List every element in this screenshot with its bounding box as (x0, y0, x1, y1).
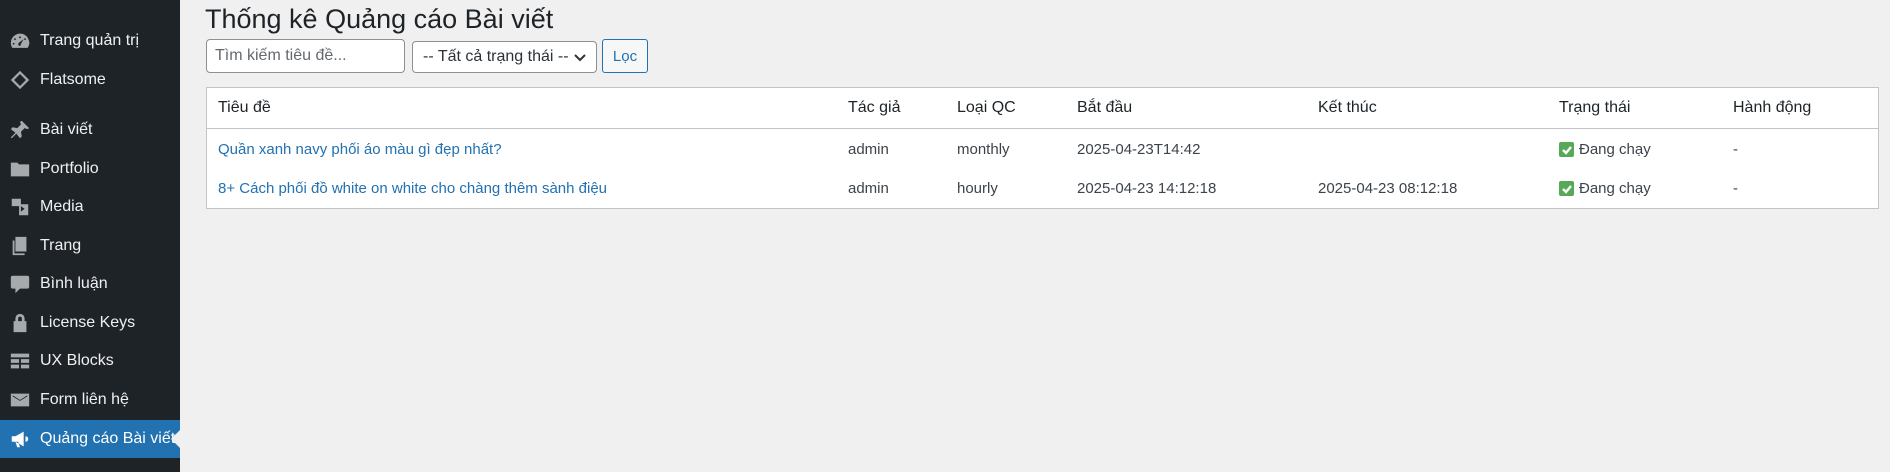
chevron-down-icon (574, 54, 586, 62)
column-header-status: Trạng thái (1559, 99, 1631, 116)
status-cell: Đang chạy (1559, 130, 1651, 169)
post-title-link[interactable]: 8+ Cách phối đồ white on white cho chàng… (218, 180, 607, 197)
author-cell: admin (848, 141, 889, 158)
start-cell: 2025-04-23T14:42 (1077, 141, 1201, 158)
flatsome-icon (0, 69, 40, 91)
column-header-end: Kết thúc (1318, 99, 1377, 116)
sidebar-item-dashboard[interactable]: Trang quản trị (0, 23, 180, 59)
column-header-start: Bắt đầu (1077, 99, 1133, 116)
sidebar-item-portfolio[interactable]: Portfolio (0, 151, 180, 187)
sidebar-item-label: Form liên hệ (40, 391, 129, 408)
search-input[interactable] (206, 39, 405, 73)
status-select[interactable]: -- Tất cả trạng thái -- (412, 41, 597, 73)
sidebar-item-post-ads[interactable]: Quảng cáo Bài viết (0, 420, 180, 458)
page-title: Thống kê Quảng cáo Bài viết (205, 4, 554, 34)
sidebar-item-posts[interactable]: Bài viết (0, 112, 180, 148)
megaphone-icon (0, 428, 40, 450)
ad-type-cell: hourly (957, 180, 998, 197)
filter-bar: -- Tất cả trạng thái -- Lọc (206, 39, 648, 73)
ads-table: Tiêu đề Tác giả Loại QC Bắt đầu Kết thúc… (206, 87, 1879, 209)
dashboard-icon (0, 30, 40, 52)
sidebar-item-label: Trang quản trị (40, 32, 140, 49)
status-cell: Đang chạy (1559, 169, 1651, 208)
blocks-icon (0, 350, 40, 372)
column-header-action: Hành động (1733, 99, 1812, 116)
status-select-value: -- Tất cả trạng thái -- (423, 48, 569, 65)
author-cell: admin (848, 180, 889, 197)
media-icon (0, 196, 40, 218)
pages-icon (0, 235, 40, 257)
table-header: Tiêu đề Tác giả Loại QC Bắt đầu Kết thúc… (207, 88, 1878, 129)
lock-icon (0, 312, 40, 334)
check-icon (1559, 142, 1574, 157)
end-cell: 2025-04-23 08:12:18 (1318, 180, 1458, 197)
mail-icon (0, 389, 40, 411)
sidebar-item-ux-blocks[interactable]: UX Blocks (0, 343, 180, 379)
sidebar-item-contact-form[interactable]: Form liên hệ (0, 382, 180, 418)
pin-icon (0, 119, 40, 141)
post-title-link[interactable]: Quần xanh navy phối áo màu gì đẹp nhất? (218, 141, 502, 158)
sidebar-item-label: Trang (40, 237, 82, 254)
status-label: Đang chạy (1579, 180, 1651, 197)
sidebar-item-license-keys[interactable]: License Keys (0, 305, 180, 341)
column-header-author: Tác giả (848, 99, 901, 116)
table-row: Quần xanh navy phối áo màu gì đẹp nhất? … (207, 130, 1878, 169)
sidebar-item-label: Flatsome (40, 71, 106, 88)
sidebar-item-label: Quảng cáo Bài viết (40, 430, 176, 447)
folder-icon (0, 158, 40, 180)
start-cell: 2025-04-23 14:12:18 (1077, 180, 1217, 197)
sidebar-item-label: License Keys (40, 314, 136, 331)
sidebar-item-flatsome[interactable]: Flatsome (0, 62, 180, 98)
admin-sidebar: Trang quản trị Flatsome Bài viết Portfol… (0, 0, 180, 472)
sidebar-item-pages[interactable]: Trang (0, 228, 180, 264)
ad-type-cell: monthly (957, 141, 1010, 158)
sidebar-item-label: Bình luận (40, 275, 108, 292)
action-cell: - (1733, 141, 1738, 158)
comment-icon (0, 273, 40, 295)
table-row: 8+ Cách phối đồ white on white cho chàng… (207, 169, 1878, 208)
column-header-title: Tiêu đề (218, 99, 271, 116)
sidebar-item-label: Portfolio (40, 160, 99, 177)
sidebar-item-label: UX Blocks (40, 352, 114, 369)
filter-button[interactable]: Lọc (602, 39, 648, 73)
check-icon (1559, 181, 1574, 196)
action-cell: - (1733, 180, 1738, 197)
column-header-ad-type: Loại QC (957, 99, 1016, 116)
sidebar-item-label: Media (40, 198, 84, 215)
sidebar-item-media[interactable]: Media (0, 189, 180, 225)
sidebar-item-comments[interactable]: Bình luận (0, 266, 180, 302)
status-label: Đang chạy (1579, 141, 1651, 158)
sidebar-item-label: Bài viết (40, 121, 93, 138)
